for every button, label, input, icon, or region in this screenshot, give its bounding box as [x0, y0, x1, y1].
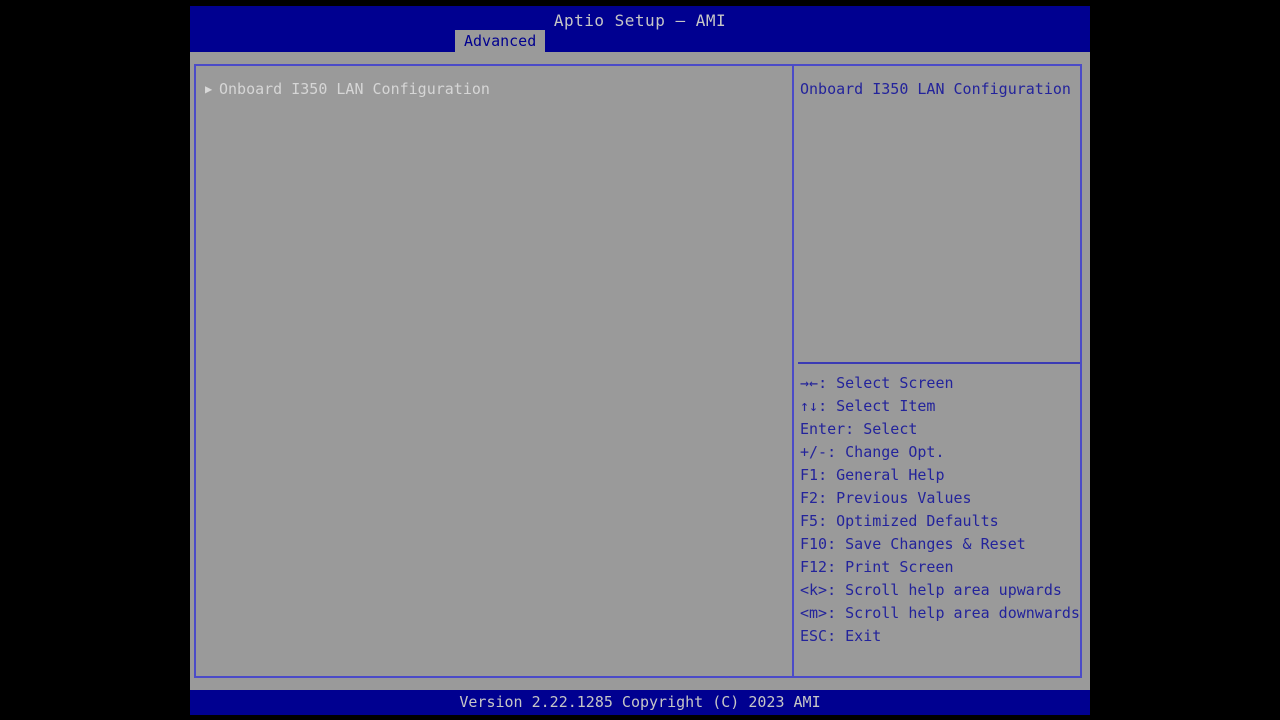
legend-item-enter-select: Enter: Select: [800, 418, 1082, 441]
legend-item-save-changes-reset: F10: Save Changes & Reset: [800, 533, 1082, 556]
legend-item-scroll-down: <m>: Scroll help area downwards: [800, 602, 1082, 625]
help-description: Onboard I350 LAN Configuration: [800, 80, 1071, 98]
footer-bar: Version 2.22.1285 Copyright (C) 2023 AMI: [190, 690, 1090, 715]
legend-key-plus-minus: +/-: [800, 443, 828, 461]
legend-item-select-screen: →←: Select Screen: [800, 372, 1082, 395]
legend-key-f12: F12: [800, 558, 828, 576]
legend-key-m: <m>: [800, 604, 828, 622]
legend-item-optimized-defaults: F5: Optimized Defaults: [800, 510, 1082, 533]
menu-panel: ▶ Onboard I350 LAN Configuration: [196, 66, 792, 676]
legend-item-print-screen: F12: Print Screen: [800, 556, 1082, 579]
help-divider: [798, 362, 1080, 364]
legend-label-scroll-down: : Scroll help area downwards: [827, 604, 1080, 622]
legend-label-select-screen: : Select Screen: [818, 374, 954, 392]
legend-label-previous-values: : Previous Values: [818, 489, 972, 507]
legend-label-enter-select: : Select: [845, 420, 918, 438]
page-title: Aptio Setup – AMI: [553, 11, 727, 30]
legend-label-general-help: : General Help: [818, 466, 945, 484]
tab-strip: Advanced: [190, 30, 1090, 52]
legend-item-general-help: F1: General Help: [800, 464, 1082, 487]
legend-label-exit: : Exit: [827, 627, 882, 645]
help-panel: Onboard I350 LAN Configuration →←: Selec…: [794, 66, 1082, 676]
legend-key-enter: Enter: [800, 420, 846, 438]
legend-key-arrows-vertical: ↑↓: [800, 397, 819, 415]
tab-advanced[interactable]: Advanced: [455, 30, 546, 52]
legend-label-change-opt: : Change Opt.: [827, 443, 945, 461]
version-text: Version 2.22.1285 Copyright (C) 2023 AMI: [459, 693, 821, 711]
legend-key-f10: F10: [800, 535, 828, 553]
key-legend: →←: Select Screen ↑↓: Select Item Enter:…: [800, 372, 1082, 648]
legend-item-select-item: ↑↓: Select Item: [800, 395, 1082, 418]
legend-key-esc: ESC: [800, 627, 828, 645]
legend-label-save-changes-reset: : Save Changes & Reset: [827, 535, 1026, 553]
legend-label-print-screen: : Print Screen: [827, 558, 954, 576]
legend-item-change-opt: +/-: Change Opt.: [800, 441, 1082, 464]
legend-item-exit: ESC: Exit: [800, 625, 1082, 648]
legend-item-scroll-up: <k>: Scroll help area upwards: [800, 579, 1082, 602]
body-area: ▶ Onboard I350 LAN Configuration Onboard …: [190, 52, 1090, 690]
legend-label-scroll-up: : Scroll help area upwards: [827, 581, 1062, 599]
legend-item-previous-values: F2: Previous Values: [800, 487, 1082, 510]
legend-key-k: <k>: [800, 581, 828, 599]
bios-setup-screen: Aptio Setup – AMI Advanced ▶ Onboard I350…: [0, 0, 1280, 720]
legend-label-optimized-defaults: : Optimized Defaults: [818, 512, 999, 530]
legend-key-f5: F5: [800, 512, 819, 530]
panel-frame: ▶ Onboard I350 LAN Configuration Onboard …: [194, 64, 1082, 678]
submenu-arrow-icon: ▶: [205, 82, 213, 96]
legend-key-f1: F1: [800, 466, 819, 484]
legend-label-select-item: : Select Item: [818, 397, 936, 415]
console-area: Aptio Setup – AMI Advanced ▶ Onboard I350…: [190, 6, 1090, 715]
menu-item-label: Onboard I350 LAN Configuration: [219, 80, 490, 98]
legend-key-arrows-horizontal: →←: [800, 374, 819, 392]
menu-item-onboard-i350-lan-configuration[interactable]: ▶ Onboard I350 LAN Configuration: [196, 78, 792, 101]
legend-key-f2: F2: [800, 489, 819, 507]
